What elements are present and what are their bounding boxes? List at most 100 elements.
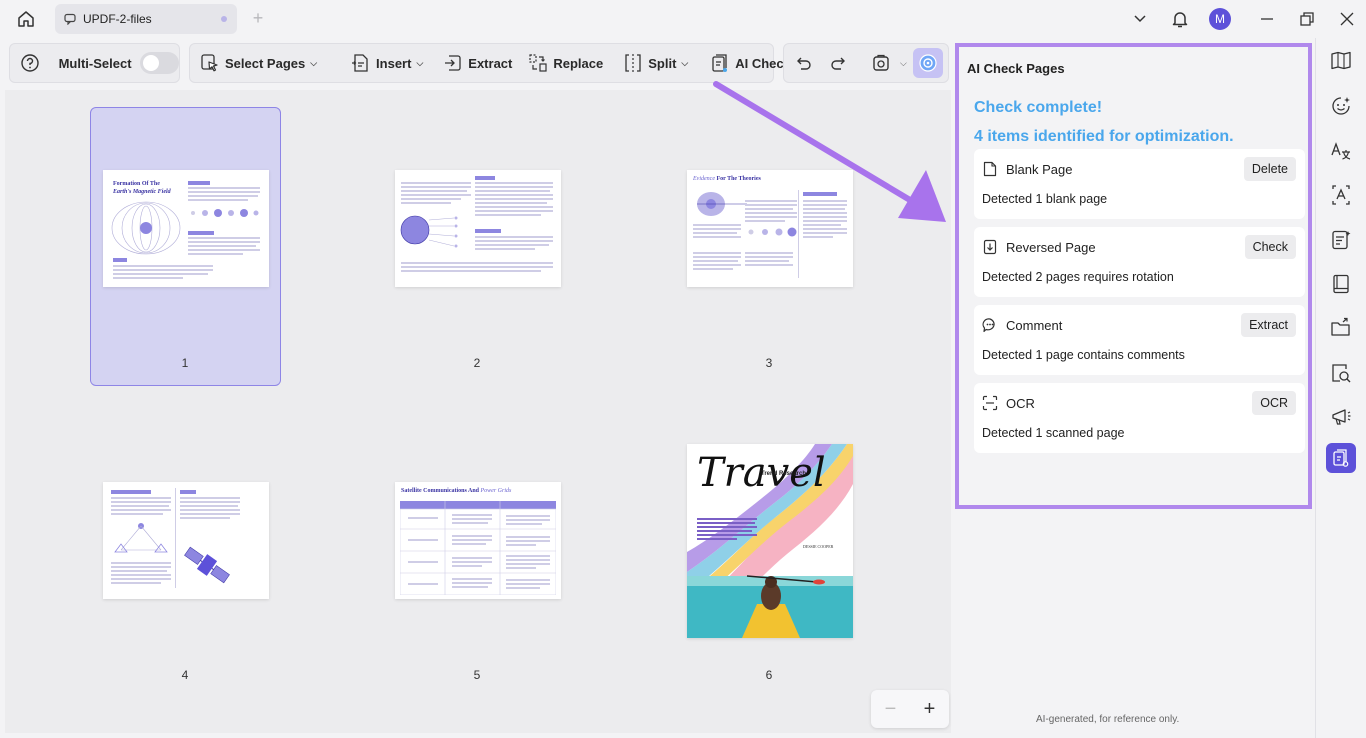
page1-title-line1: Formation Of The [113,181,160,187]
check-complete-line1: Check complete! [974,99,1103,116]
check-button[interactable]: Check [1244,235,1296,259]
page4-satellite-link-diagram [114,523,168,553]
tabs-dropdown-button[interactable] [1128,6,1152,32]
undo-button[interactable] [788,48,818,78]
page3-dots-graphic [748,227,797,237]
zoom-controls: − + [871,690,949,728]
zoom-in-button[interactable]: + [924,698,936,721]
delete-button[interactable]: Delete [1243,157,1296,181]
home-button[interactable] [14,8,38,30]
page-thumbnail-1[interactable]: Formation Of The Earth's Magnetic Field [103,170,269,287]
organize-icon[interactable] [1326,269,1356,299]
capture-button[interactable] [866,48,896,78]
page5-title: Satellite Communications And Power Grids [401,488,512,494]
form-icon[interactable] [1326,225,1356,255]
chevron-down-icon[interactable]: ⌵ [900,58,907,69]
ocr-text-icon[interactable] [1326,180,1356,210]
page3-title: Evidence For The Theories [693,176,761,182]
blank-page-description: Detected 1 blank page [982,192,1108,206]
notifications-button[interactable] [1168,6,1192,32]
page1-heading-bar [188,181,210,185]
ai-check-icon [710,53,730,73]
page-thumbnail-6[interactable]: Travel Trend Research DESSIE COOPER [687,444,853,638]
check-complete-line2: 4 items identified for optimization. [974,128,1234,145]
extract-comments-button[interactable]: Extract [1241,313,1296,337]
chat-bubble-icon [63,12,77,26]
help-button[interactable] [15,48,45,78]
bell-icon [1172,12,1188,28]
page-number-1: 1 [181,356,189,370]
satellite-icon [184,546,230,584]
page1-dots-graphic [191,209,259,217]
comment-description: Detected 1 page contains comments [982,348,1185,362]
ai-panel-background [955,509,1312,733]
split-label: Split [648,55,677,71]
page-thumbnail-5[interactable]: Satellite Communications And Power Grids [395,482,561,599]
page1-title-line2: Earth's Magnetic Field [113,189,171,195]
chevron-down-icon [1134,15,1146,23]
close-button[interactable] [1336,6,1358,32]
reversed-page-title: Reversed Page [1006,239,1096,255]
split-icon [623,53,643,73]
history-tools-group: ⌵ [783,43,949,83]
ocr-card: OCR OCR Detected 1 scanned page [974,383,1305,453]
account-button[interactable]: M [1208,6,1232,32]
export-icon[interactable] [1326,313,1356,343]
chevron-down-icon: ⌵ [416,57,424,68]
multi-select-toggle[interactable] [139,52,179,74]
replace-button[interactable]: Replace [520,48,611,78]
select-pages-button[interactable]: Select Pages ⌵ [190,48,325,78]
reversed-page-icon [982,239,998,255]
reversed-page-card: Reversed Page Check Detected 2 pages req… [974,227,1305,297]
minimize-button[interactable] [1256,6,1278,32]
reader-icon[interactable] [1326,46,1356,76]
ocr-button[interactable]: OCR [1252,391,1296,415]
trend-research-label: Trend Research [761,471,807,477]
redo-button[interactable] [824,48,854,78]
ocr-title: OCR [1006,395,1035,411]
ai-check-rail-icon[interactable] [1326,443,1356,473]
page-thumbnail-4[interactable] [103,482,269,599]
chevron-down-icon: ⌵ [310,57,318,68]
page-number-3: 3 [765,356,773,370]
page-number-2: 2 [473,356,481,370]
select-pointer-icon [200,53,220,73]
page-number-6: 6 [765,668,773,682]
ai-assistant-toggle[interactable] [912,48,943,78]
zoom-out-button[interactable]: − [885,698,897,721]
insert-button[interactable]: Insert ⌵ [343,48,431,78]
unsaved-dot-icon [221,16,227,22]
page-thumbnail-3[interactable]: Evidence For The Theories [687,170,853,287]
split-button[interactable]: Split ⌵ [615,48,696,78]
select-pages-label: Select Pages [225,55,306,71]
extract-button[interactable]: Extract [435,48,520,78]
ai-disclaimer: AI-generated, for reference only. [1036,714,1180,725]
travel-cover-text-block [697,518,757,540]
reversed-page-description: Detected 2 pages requires rotation [982,270,1174,284]
search-page-icon[interactable] [1326,358,1356,388]
presentation-icon[interactable] [1326,402,1356,432]
ai-spark-icon [919,54,937,72]
right-tool-rail [1315,38,1366,738]
translate-icon[interactable] [1326,136,1356,166]
comment-icon [982,317,998,333]
page-number-4: 4 [181,668,189,682]
comment-title: Comment [1006,317,1063,333]
insert-label: Insert [376,55,412,71]
replace-icon [528,53,548,73]
author-name: DESSIE COOPER [803,544,834,549]
new-tab-button[interactable]: + [249,9,267,27]
chevron-down-icon: ⌵ [681,57,689,68]
insert-page-icon [351,53,371,73]
ai-assistant-icon[interactable] [1326,91,1356,121]
document-tab[interactable]: UPDF-2-files [55,4,237,34]
blank-page-card: Blank Page Delete Detected 1 blank page [974,149,1305,219]
multi-select-label: Multi-Select [58,55,132,71]
panel-title: AI Check Pages [967,61,1065,76]
minimize-icon [1261,18,1273,20]
ai-check-panel: AI Check Pages Check complete! 4 items i… [955,43,1312,509]
restore-button[interactable] [1296,6,1318,32]
page-thumbnail-2[interactable] [395,170,561,287]
extract-icon [443,53,463,73]
redo-icon [831,57,845,70]
